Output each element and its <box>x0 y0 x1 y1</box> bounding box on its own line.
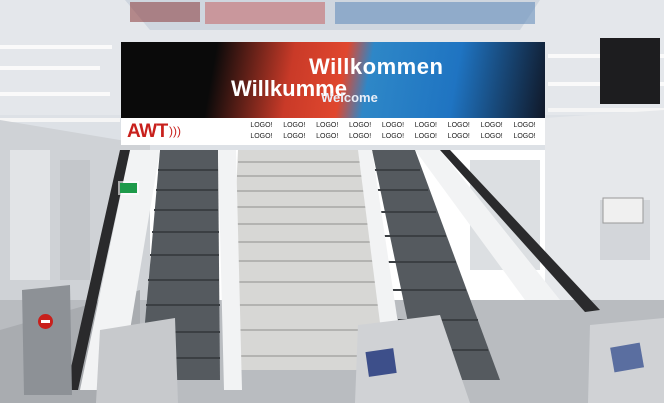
sponsor-logo: LOGO! <box>447 133 470 140</box>
brand-logo: AWT <box>127 121 168 142</box>
signal-wave-icon: ))) <box>169 124 181 138</box>
sponsor-logo: LOGO! <box>414 122 437 129</box>
sponsor-logo: LOGO! <box>480 122 503 129</box>
banner-artwork: Willkommen Willkumme Welcome <box>121 42 545 118</box>
sponsor-logo: LOGO! <box>283 133 306 140</box>
do-not-enter-icon <box>38 314 53 329</box>
sponsor-logo-grid: LOGO! LOGO! LOGO! LOGO! LOGO! LOGO! LOGO… <box>245 121 541 141</box>
sponsor-logo: LOGO! <box>381 133 405 140</box>
sponsor-logo: LOGO! <box>316 122 339 129</box>
sponsor-logo: LOGO! <box>316 133 339 140</box>
sponsor-logo: LOGO! <box>480 133 503 140</box>
sponsor-logo: LOGO! <box>349 133 372 140</box>
banner-headline-welcome: Welcome <box>321 90 378 105</box>
sponsor-logo: LOGO! <box>513 133 536 140</box>
sponsor-logo: LOGO! <box>414 133 437 140</box>
sponsor-logo: LOGO! <box>349 122 372 129</box>
welcome-banner: Willkommen Willkumme Welcome AWT ))) LOG… <box>121 42 545 145</box>
station-entrance-photo: Willkommen Willkumme Welcome AWT ))) LOG… <box>0 0 664 403</box>
sponsor-logo: LOGO! <box>447 122 470 129</box>
sponsor-logo: LOGO! <box>250 133 273 140</box>
exit-sign-icon <box>120 183 137 193</box>
banner-sponsor-strip: AWT ))) LOGO! LOGO! LOGO! LOGO! LOGO! LO… <box>121 118 545 145</box>
sponsor-logo: LOGO! <box>283 122 306 129</box>
sponsor-logo: LOGO! <box>250 122 273 129</box>
sponsor-logo: LOGO! <box>381 122 405 129</box>
sponsor-logo: LOGO! <box>513 122 536 129</box>
